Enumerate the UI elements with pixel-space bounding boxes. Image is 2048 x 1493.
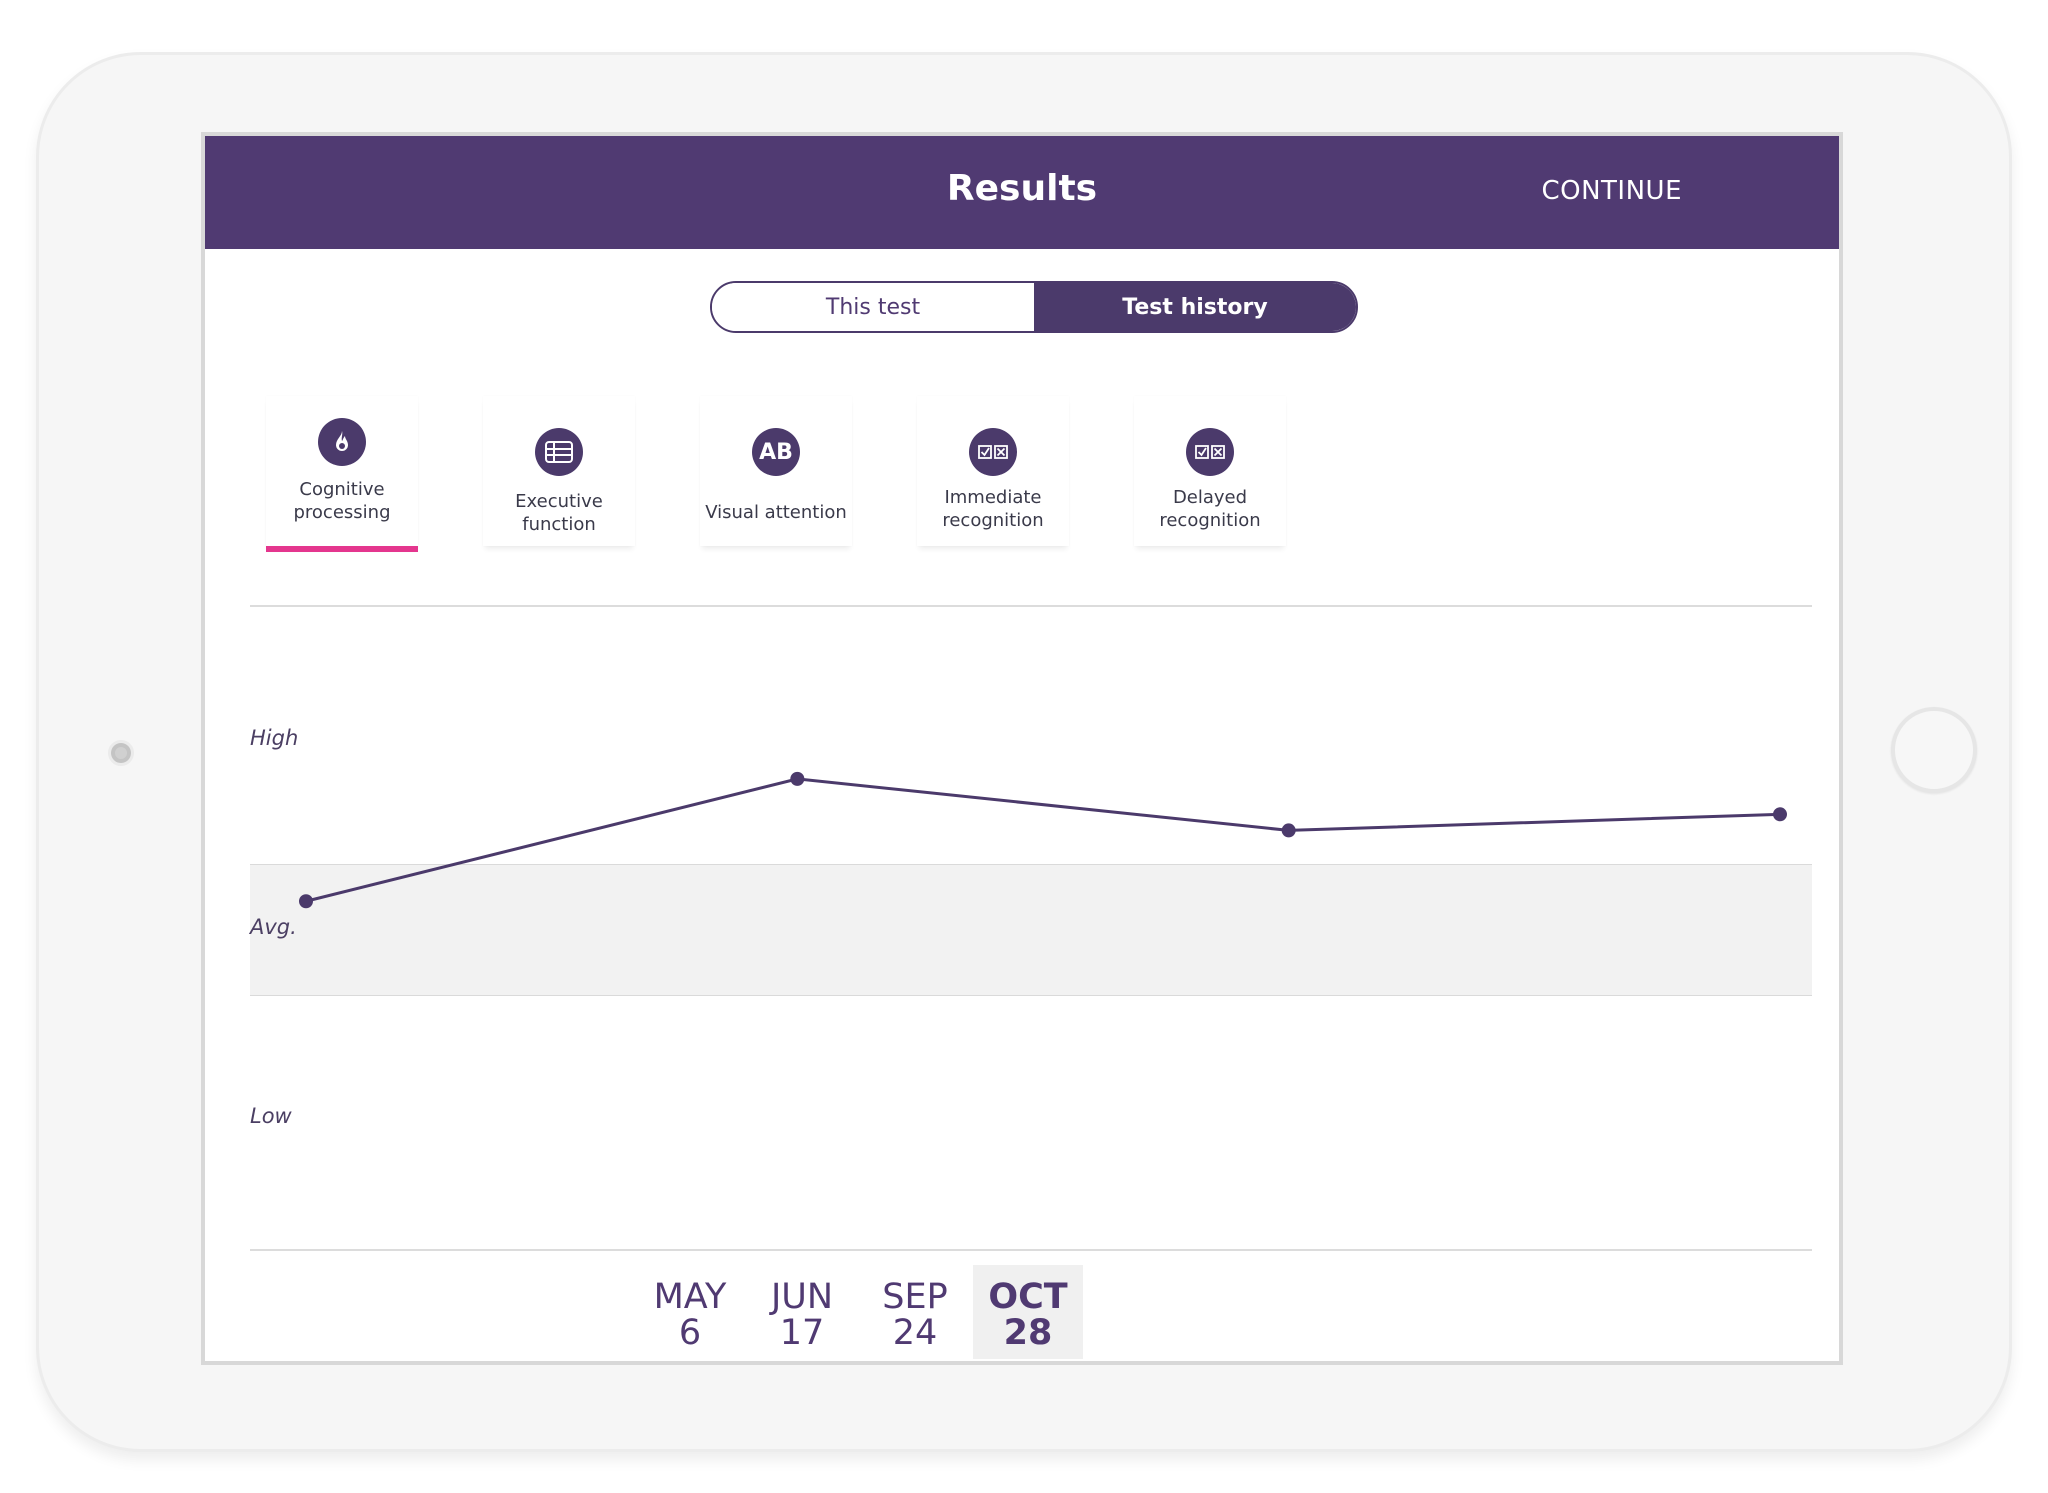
date-oct-28[interactable]: OCT 28 [973, 1265, 1083, 1359]
app-screen: Results CONTINUE This test Test history … [201, 132, 1843, 1365]
data-point-1[interactable] [299, 894, 313, 909]
date-month: MAY [653, 1277, 727, 1317]
data-point-2[interactable] [790, 771, 805, 786]
date-sep-24[interactable]: SEP 24 [860, 1265, 970, 1359]
date-day: 6 [678, 1313, 702, 1353]
date-may-6[interactable]: MAY 6 [635, 1265, 745, 1359]
date-jun-17[interactable]: JUN 17 [747, 1265, 857, 1359]
series-line [305, 777, 1781, 903]
date-day: 17 [779, 1313, 825, 1353]
data-point-3[interactable] [1281, 823, 1296, 838]
date-day: 28 [1003, 1313, 1053, 1353]
date-day: 24 [892, 1313, 938, 1353]
data-point-4[interactable] [1773, 807, 1787, 822]
camera-icon [108, 740, 134, 766]
history-line-chart [299, 771, 1787, 909]
date-month: JUN [770, 1277, 834, 1317]
date-month: OCT [988, 1277, 1068, 1317]
date-month: SEP [882, 1277, 948, 1317]
home-button[interactable] [1891, 707, 1977, 793]
